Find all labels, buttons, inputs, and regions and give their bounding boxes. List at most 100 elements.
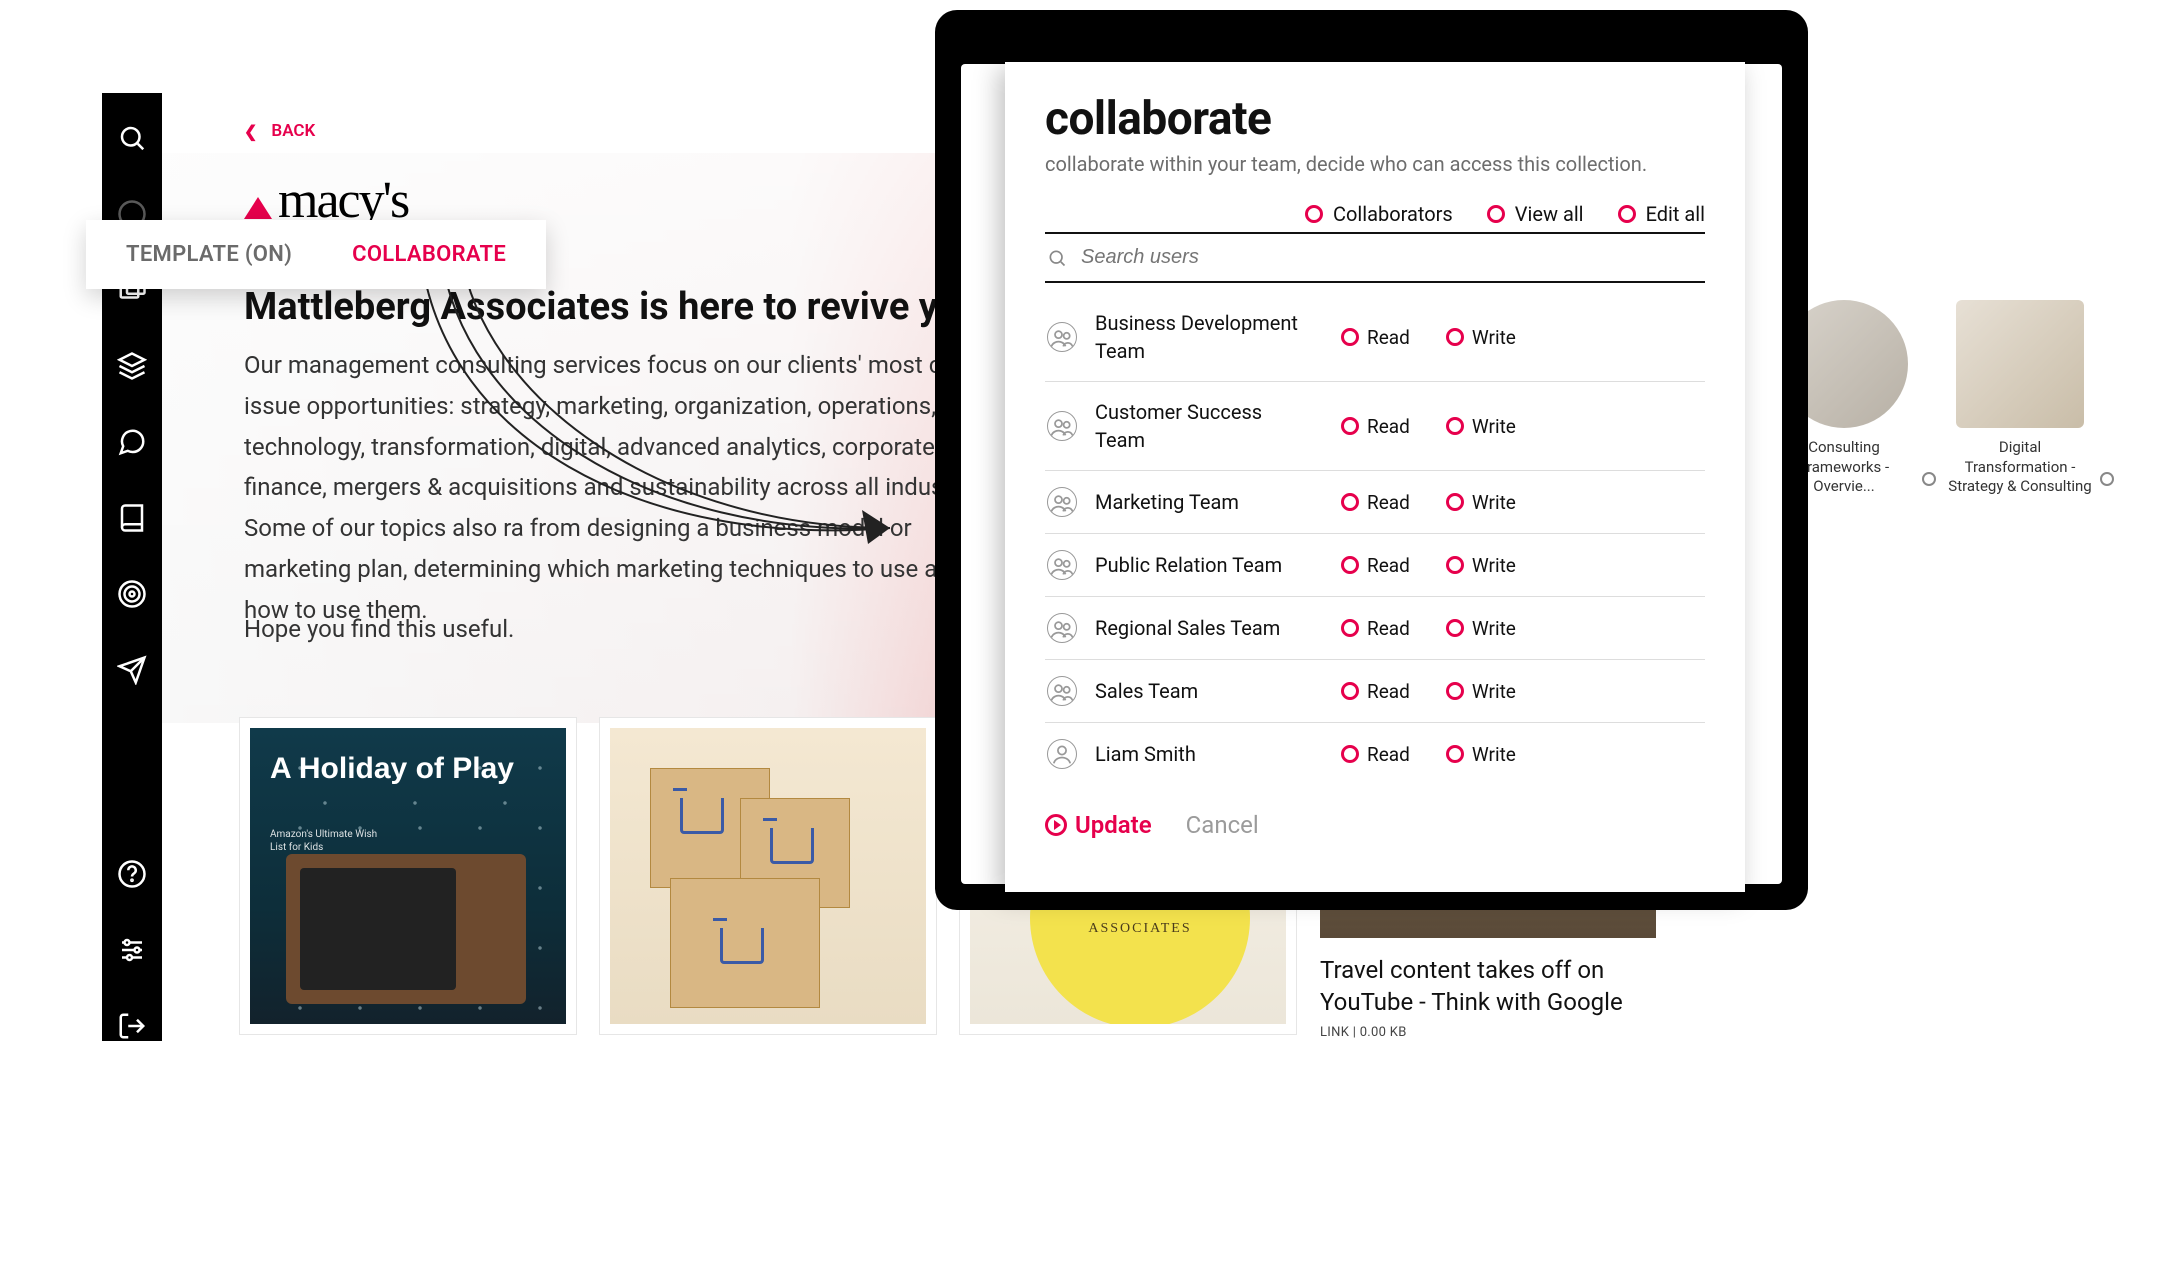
user-row: Business Development Team Read Write bbox=[1045, 293, 1705, 382]
page-body: Our management consulting services focus… bbox=[244, 345, 1004, 631]
radio-icon bbox=[1446, 682, 1464, 700]
group-icon bbox=[1047, 676, 1077, 706]
card-title: A Holiday of Play bbox=[270, 752, 514, 787]
perm-read[interactable]: Read bbox=[1341, 326, 1410, 349]
book-icon[interactable] bbox=[117, 503, 147, 533]
group-icon bbox=[1047, 550, 1077, 580]
menu-item-template[interactable]: TEMPLATE (ON) bbox=[126, 242, 292, 267]
button-label: Cancel bbox=[1186, 811, 1259, 839]
perm-write[interactable]: Write bbox=[1446, 743, 1516, 766]
support-icon[interactable] bbox=[117, 859, 147, 889]
perm-label: Read bbox=[1367, 491, 1410, 514]
perm-read[interactable]: Read bbox=[1341, 680, 1410, 703]
card-holiday-of-play[interactable]: A Holiday of Play Amazon's Ultimate Wish… bbox=[240, 718, 576, 1034]
perm-write[interactable]: Write bbox=[1446, 680, 1516, 703]
card-illustration bbox=[286, 854, 526, 1004]
search-input[interactable] bbox=[1081, 246, 1703, 269]
perm-read[interactable]: Read bbox=[1341, 743, 1410, 766]
perm-write[interactable]: Write bbox=[1446, 326, 1516, 349]
radio-icon bbox=[1487, 205, 1505, 223]
radio-icon bbox=[1446, 417, 1464, 435]
radio-icon bbox=[1446, 556, 1464, 574]
group-icon bbox=[1047, 613, 1077, 643]
layers-icon[interactable] bbox=[117, 351, 147, 381]
send-icon[interactable] bbox=[117, 655, 147, 685]
user-name: Sales Team bbox=[1095, 677, 1305, 705]
page-closing: Hope you find this useful. bbox=[244, 615, 514, 643]
radio-icon bbox=[1446, 745, 1464, 763]
modal-subtitle: collaborate within your team, decide who… bbox=[1045, 152, 1705, 176]
group-icon bbox=[1047, 411, 1077, 441]
perm-write[interactable]: Write bbox=[1446, 617, 1516, 640]
radio-icon bbox=[1341, 493, 1359, 511]
status-dot-icon bbox=[2100, 472, 2114, 486]
modal-tabs: Collaborators View all Edit all bbox=[1045, 202, 1705, 226]
tab-view-all[interactable]: View all bbox=[1487, 202, 1584, 226]
perm-label: Write bbox=[1472, 326, 1516, 349]
star-icon bbox=[244, 197, 272, 219]
user-list: Business Development TeamReadWriteCustom… bbox=[1045, 293, 1705, 785]
user-row: Regional Sales Team Read Write bbox=[1045, 597, 1705, 660]
perm-label: Write bbox=[1472, 617, 1516, 640]
perm-write[interactable]: Write bbox=[1446, 491, 1516, 514]
tab-edit-all[interactable]: Edit all bbox=[1618, 202, 1705, 226]
tab-collaborators[interactable]: Collaborators bbox=[1305, 202, 1453, 226]
user-name: Business Development Team bbox=[1095, 309, 1305, 365]
logout-icon[interactable] bbox=[117, 1011, 147, 1041]
perm-read[interactable]: Read bbox=[1341, 415, 1410, 438]
update-button[interactable]: Update bbox=[1045, 811, 1152, 839]
perm-read[interactable]: Read bbox=[1341, 491, 1410, 514]
tab-label: View all bbox=[1515, 202, 1584, 226]
collaborate-modal: collaborate collaborate within your team… bbox=[1005, 62, 1745, 892]
radio-icon bbox=[1341, 328, 1359, 346]
perm-label: Read bbox=[1367, 743, 1410, 766]
context-menu: TEMPLATE (ON) COLLABORATE bbox=[86, 220, 546, 289]
radio-icon bbox=[1341, 745, 1359, 763]
perm-label: Read bbox=[1367, 617, 1410, 640]
user-row: Liam SmithReadWrite bbox=[1045, 723, 1705, 785]
perm-label: Read bbox=[1367, 415, 1410, 438]
perm-read[interactable]: Read bbox=[1341, 554, 1410, 577]
sliders-icon[interactable] bbox=[117, 935, 147, 965]
radio-icon bbox=[1341, 619, 1359, 637]
user-name: Marketing Team bbox=[1095, 488, 1305, 516]
perm-write[interactable]: Write bbox=[1446, 415, 1516, 438]
button-label: Update bbox=[1075, 811, 1152, 839]
perm-label: Read bbox=[1367, 680, 1410, 703]
search-icon[interactable] bbox=[117, 123, 147, 153]
user-row: Sales Team Read Write bbox=[1045, 660, 1705, 723]
back-link[interactable]: ❮ BACK bbox=[244, 121, 315, 141]
modal-title: collaborate bbox=[1045, 92, 1705, 146]
related-items: Consulting Frameworks - Overvie... Digit… bbox=[1770, 300, 2094, 497]
user-name: Public Relation Team bbox=[1095, 551, 1305, 579]
card-ecommerce-boxes[interactable] bbox=[600, 718, 936, 1034]
radio-icon bbox=[1446, 493, 1464, 511]
cart-icon bbox=[720, 928, 764, 964]
target-icon[interactable] bbox=[117, 579, 147, 609]
user-name: Regional Sales Team bbox=[1095, 614, 1305, 642]
cancel-button[interactable]: Cancel bbox=[1186, 811, 1259, 839]
radio-icon bbox=[1341, 417, 1359, 435]
tab-label: Collaborators bbox=[1333, 202, 1453, 226]
search-icon bbox=[1047, 248, 1067, 268]
perm-read[interactable]: Read bbox=[1341, 617, 1410, 640]
radio-icon bbox=[1341, 682, 1359, 700]
user-name: Customer Success Team bbox=[1095, 398, 1305, 454]
modal-actions: Update Cancel bbox=[1045, 811, 1705, 839]
radio-icon bbox=[1618, 205, 1636, 223]
menu-item-collaborate[interactable]: COLLABORATE bbox=[352, 242, 506, 267]
cart-icon bbox=[680, 798, 724, 834]
user-row: Customer Success Team Read Write bbox=[1045, 382, 1705, 471]
card-title: Travel content takes off on YouTube - Th… bbox=[1320, 954, 1650, 1019]
back-label: BACK bbox=[271, 121, 315, 141]
chevron-right-circle-icon bbox=[1045, 814, 1067, 836]
person-icon bbox=[1047, 739, 1077, 769]
chat-icon[interactable] bbox=[117, 427, 147, 457]
related-item[interactable]: Digital Transformation - Strategy & Cons… bbox=[1946, 300, 2094, 497]
user-row: Public Relation Team Read Write bbox=[1045, 534, 1705, 597]
perm-label: Write bbox=[1472, 415, 1516, 438]
perm-label: Write bbox=[1472, 743, 1516, 766]
radio-icon bbox=[1446, 328, 1464, 346]
perm-write[interactable]: Write bbox=[1446, 554, 1516, 577]
perm-label: Read bbox=[1367, 554, 1410, 577]
